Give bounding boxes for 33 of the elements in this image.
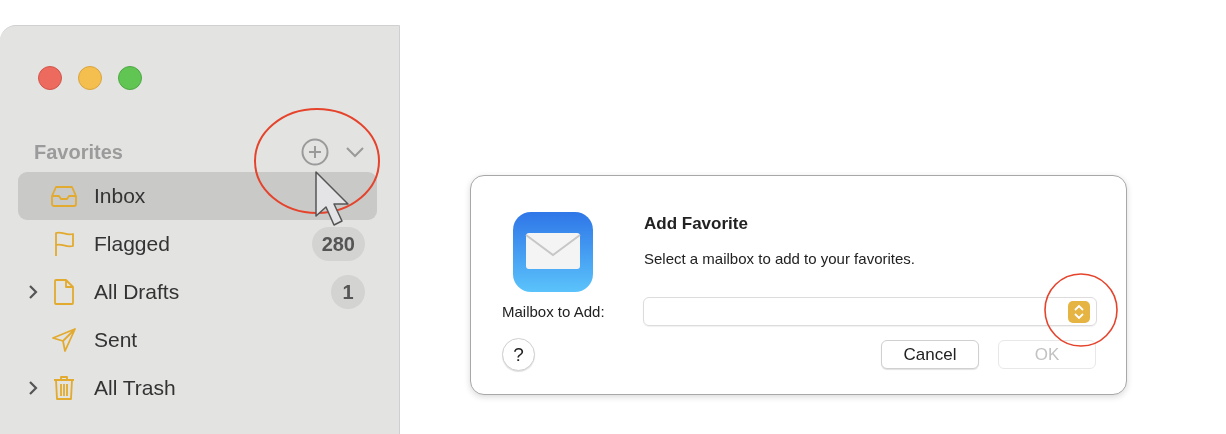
field-label: Mailbox to Add: <box>502 303 606 320</box>
mailbox-label: All Drafts <box>94 280 180 304</box>
mail-envelope-icon <box>512 211 594 293</box>
trash-icon <box>53 375 75 401</box>
mailbox-label: All Trash <box>94 376 176 400</box>
mailbox-item[interactable]: Sent <box>18 316 377 364</box>
disclosure-icon[interactable] <box>28 380 38 396</box>
add-icon[interactable] <box>301 138 329 166</box>
dialog-button[interactable]: Cancel <box>881 340 979 369</box>
mailbox-item[interactable]: All Drafts 1 <box>18 268 377 316</box>
help-button[interactable]: ? <box>502 338 535 371</box>
mailbox-dropdown[interactable] <box>643 297 1097 326</box>
mailbox-item[interactable]: Flagged 280 <box>18 220 377 268</box>
mailbox-item[interactable]: Inbox <box>18 172 377 220</box>
section-title: Favorites <box>34 140 123 164</box>
zoom-button[interactable] <box>118 66 142 90</box>
dialog-message: Select a mailbox to add to your favorites. <box>644 250 915 267</box>
mailbox-label: Inbox <box>94 184 146 208</box>
paper-plane-icon <box>52 328 76 352</box>
unread-count: 280 <box>311 227 365 261</box>
document-icon <box>54 279 74 305</box>
minimize-button[interactable] <box>78 66 102 90</box>
unread-count: 1 <box>331 275 365 309</box>
dialog-title: Add Favorite <box>644 214 749 234</box>
close-button[interactable] <box>38 66 62 90</box>
flag-icon <box>53 231 75 257</box>
chevron-down-icon[interactable] <box>345 146 365 158</box>
inbox-tray-icon <box>51 185 77 207</box>
stepper-icon[interactable] <box>1068 300 1090 323</box>
disclosure-icon[interactable] <box>28 284 38 300</box>
mailbox-label: Flagged <box>94 232 170 256</box>
mailbox-label: Sent <box>94 328 138 352</box>
mailbox-item[interactable]: All Trash <box>18 364 377 412</box>
